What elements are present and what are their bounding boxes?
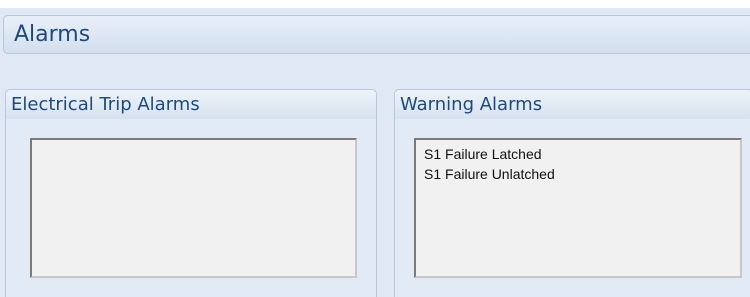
warning-alarms-header: Warning Alarms [395,90,750,119]
electrical-trip-alarms-items [32,140,355,144]
page-title-bar: Alarms [3,15,750,54]
warning-alarms-items: S1 Failure Latched S1 Failure Unlatched [416,140,740,184]
warning-alarms-title: Warning Alarms [400,94,543,115]
electrical-trip-alarms-list[interactable] [30,138,357,278]
warning-alarms-group: Warning Alarms S1 Failure Latched S1 Fai… [394,89,750,297]
list-item[interactable]: S1 Failure Unlatched [416,164,740,184]
warning-alarms-list[interactable]: S1 Failure Latched S1 Failure Unlatched [414,138,742,278]
electrical-trip-alarms-header: Electrical Trip Alarms [6,90,376,119]
alarms-page: Alarms Electrical Trip Alarms Warning Al… [0,0,750,297]
electrical-trip-alarms-title: Electrical Trip Alarms [11,94,200,115]
list-item[interactable]: S1 Failure Latched [416,144,740,164]
page-title: Alarms [14,22,91,47]
electrical-trip-alarms-group: Electrical Trip Alarms [5,89,377,297]
